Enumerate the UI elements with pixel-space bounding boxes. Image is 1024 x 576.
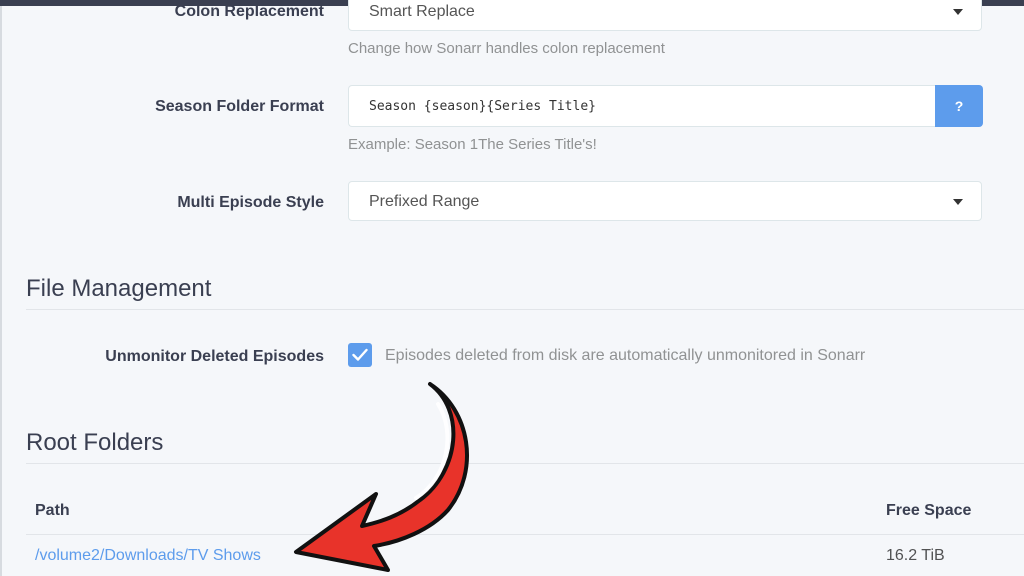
colon-replacement-help: Change how Sonarr handles colon replacem…: [348, 40, 665, 57]
caret-down-icon: [953, 199, 963, 205]
season-folder-format-value: Season {season}{Series Title}: [369, 99, 596, 114]
colon-replacement-value: Smart Replace: [369, 3, 475, 20]
root-folders-title: Root Folders: [26, 429, 164, 456]
colon-replacement-select[interactable]: Smart Replace: [348, 0, 982, 31]
content-left-border: [0, 6, 2, 576]
colon-replacement-label: Colon Replacement: [174, 3, 324, 20]
column-header-path: Path: [35, 502, 70, 519]
checkmark-icon: [352, 348, 368, 361]
multi-episode-style-value: Prefixed Range: [369, 193, 480, 210]
file-management-title: File Management: [26, 275, 212, 302]
caret-down-icon: [953, 9, 963, 15]
season-folder-format-example: Example: Season 1The Series Title's!: [348, 136, 597, 153]
unmonitor-deleted-label: Unmonitor Deleted Episodes: [105, 348, 324, 365]
naming-help-button[interactable]: ?: [935, 85, 983, 127]
multi-episode-style-select[interactable]: Prefixed Range: [348, 181, 982, 221]
season-folder-format-label: Season Folder Format: [155, 98, 324, 115]
file-management-divider: [26, 309, 1024, 310]
season-folder-format-input[interactable]: Season {season}{Series Title}: [348, 85, 936, 127]
table-row: /volume2/Downloads/TV Shows 16.2 TiB: [26, 535, 1024, 576]
column-header-free-space: Free Space: [886, 502, 972, 519]
multi-episode-style-label: Multi Episode Style: [177, 194, 324, 211]
root-folders-table-header: Path Free Space: [26, 490, 1024, 535]
unmonitor-deleted-checkbox[interactable]: [348, 343, 372, 367]
root-folder-free-space: 16.2 TiB: [886, 547, 945, 564]
unmonitor-deleted-help: Episodes deleted from disk are automatic…: [385, 347, 866, 364]
root-folders-divider: [26, 463, 1024, 464]
root-folder-path-link[interactable]: /volume2/Downloads/TV Shows: [35, 547, 261, 565]
